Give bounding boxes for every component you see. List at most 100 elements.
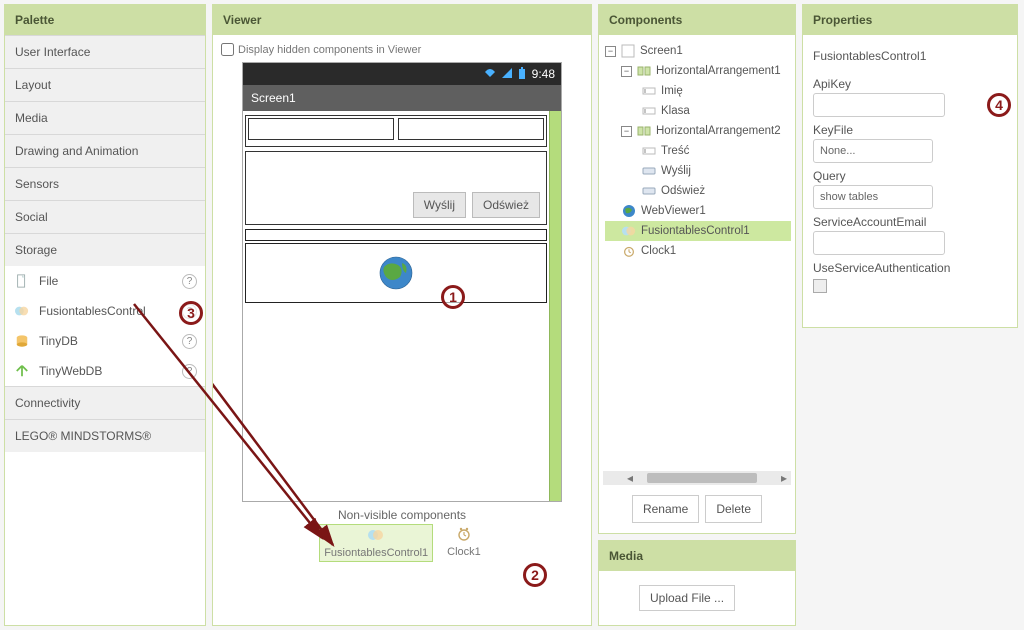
properties-panel: Properties FusiontablesControl1 ApiKey K… [802,4,1018,328]
layout-icon [636,123,652,139]
rename-button[interactable]: Rename [632,495,699,523]
palette-cat-media[interactable]: Media [5,101,205,134]
collapse-icon[interactable]: − [621,66,632,77]
apikey-input[interactable] [813,93,945,117]
palette-item-label: TinyWebDB [39,364,102,378]
nonvisible-title: Non-visible components [221,508,583,522]
textbox-icon [641,143,657,159]
fusion-icon [13,302,31,320]
tree-node-screen1[interactable]: − Screen1 [605,41,791,61]
tree-node-wyslij[interactable]: Wyślij [605,161,791,181]
query-label: Query [813,169,1007,183]
tree-node-webviewer[interactable]: WebViewer1 [605,201,791,221]
tree-node-tresc[interactable]: Treść [605,141,791,161]
help-icon[interactable]: ? [182,334,197,349]
battery-icon [518,67,526,82]
fusion-icon [367,527,385,545]
usa-checkbox[interactable] [813,279,827,293]
palette-cat-sensors[interactable]: Sensors [5,167,205,200]
display-hidden-toggle[interactable]: Display hidden components in Viewer [221,39,583,62]
phone-titlebar: Screen1 [243,85,561,111]
clock-icon [455,526,473,544]
textbox-icon [641,103,657,119]
palette-item-file[interactable]: File ? [5,266,205,296]
nonvisible-clock[interactable]: Clock1 [443,524,485,562]
horizontal-arrangement-1[interactable] [245,115,547,147]
delete-button[interactable]: Delete [705,495,762,523]
palette-item-label: FusiontablesControl [39,304,146,318]
palette-cat-connectivity[interactable]: Connectivity [5,386,205,419]
globe-icon [378,255,414,291]
wifi-icon [484,68,496,81]
clock-icon [621,243,637,259]
db-icon [13,332,31,350]
sae-label: ServiceAccountEmail [813,215,1007,229]
globe-icon [621,203,637,219]
palette-cat-drawing[interactable]: Drawing and Animation [5,134,205,167]
media-panel: Media Upload File ... [598,540,796,626]
annotation-2: 2 [523,563,547,587]
horizontal-arrangement-2[interactable]: Wyślij Odśwież [245,151,547,225]
components-header: Components [599,5,795,35]
tree-node-ha1[interactable]: − HorizontalArrangement1 [605,61,791,81]
signal-icon [502,68,512,81]
keyfile-label: KeyFile [813,123,1007,137]
collapse-icon[interactable]: − [605,46,616,57]
button-icon [641,183,657,199]
refresh-button[interactable]: Odśwież [472,192,540,218]
tree-node-fusiontables[interactable]: FusiontablesControl1 [605,221,791,241]
palette-cat-social[interactable]: Social [5,200,205,233]
sae-input[interactable] [813,231,945,255]
palette-cat-storage[interactable]: Storage [5,233,205,266]
palette-item-label: File [39,274,58,288]
phone-statusbar: 9:48 [243,63,561,85]
button-icon [641,163,657,179]
palette-storage-items: File ? FusiontablesControl ? TinyDB ? [5,266,205,386]
help-icon[interactable]: ? [182,364,197,379]
display-hidden-checkbox[interactable] [221,43,234,56]
webviewer[interactable] [245,243,547,303]
palette-cat-user-interface[interactable]: User Interface [5,35,205,68]
palette-panel: Palette User Interface Layout Media Draw… [4,4,206,626]
media-header: Media [599,541,795,571]
nonvisible-label: Clock1 [447,546,481,558]
spacer [245,229,547,241]
scroll-left-icon[interactable]: ◂ [623,471,637,485]
tree-node-klasa[interactable]: Klasa [605,101,791,121]
palette-item-fusiontables[interactable]: FusiontablesControl ? [5,296,205,326]
scrollbar-thumb[interactable] [647,473,757,483]
send-button[interactable]: Wyślij [413,192,466,218]
palette-item-tinydb[interactable]: TinyDB ? [5,326,205,356]
scroll-right-icon[interactable]: ▸ [777,471,791,485]
tree-node-imie[interactable]: Imię [605,81,791,101]
help-icon[interactable]: ? [182,304,197,319]
collapse-icon[interactable]: − [621,126,632,137]
usa-label: UseServiceAuthentication [813,261,1007,275]
components-scrollbar[interactable]: ◂ ▸ [603,471,791,485]
webdb-icon [13,362,31,380]
textbox-klasa[interactable] [398,118,544,140]
palette-cat-layout[interactable]: Layout [5,68,205,101]
palette-cat-lego[interactable]: LEGO® MINDSTORMS® [5,419,205,452]
phone-scrollbar[interactable] [549,111,561,501]
tree-node-clock[interactable]: Clock1 [605,241,791,261]
properties-component-name: FusiontablesControl1 [813,41,1007,71]
nonvisible-fusiontables[interactable]: FusiontablesControl1 [319,524,433,562]
file-icon [13,272,31,290]
tree-node-odswiez[interactable]: Odśwież [605,181,791,201]
query-input[interactable] [813,185,933,209]
viewer-header: Viewer [213,5,591,35]
components-panel: Components − Screen1 − HorizontalArrange… [598,4,796,534]
palette-header: Palette [5,5,205,35]
textbox-imie[interactable] [248,118,394,140]
keyfile-input[interactable] [813,139,933,163]
upload-file-button[interactable]: Upload File ... [639,585,735,611]
screen-icon [620,43,636,59]
help-icon[interactable]: ? [182,274,197,289]
display-hidden-label: Display hidden components in Viewer [238,44,421,56]
viewer-panel: Viewer Display hidden components in View… [212,4,592,626]
palette-item-tinywebdb[interactable]: TinyWebDB ? [5,356,205,386]
tree-node-ha2[interactable]: − HorizontalArrangement2 [605,121,791,141]
textbox-icon [641,83,657,99]
fusion-icon [621,223,637,239]
